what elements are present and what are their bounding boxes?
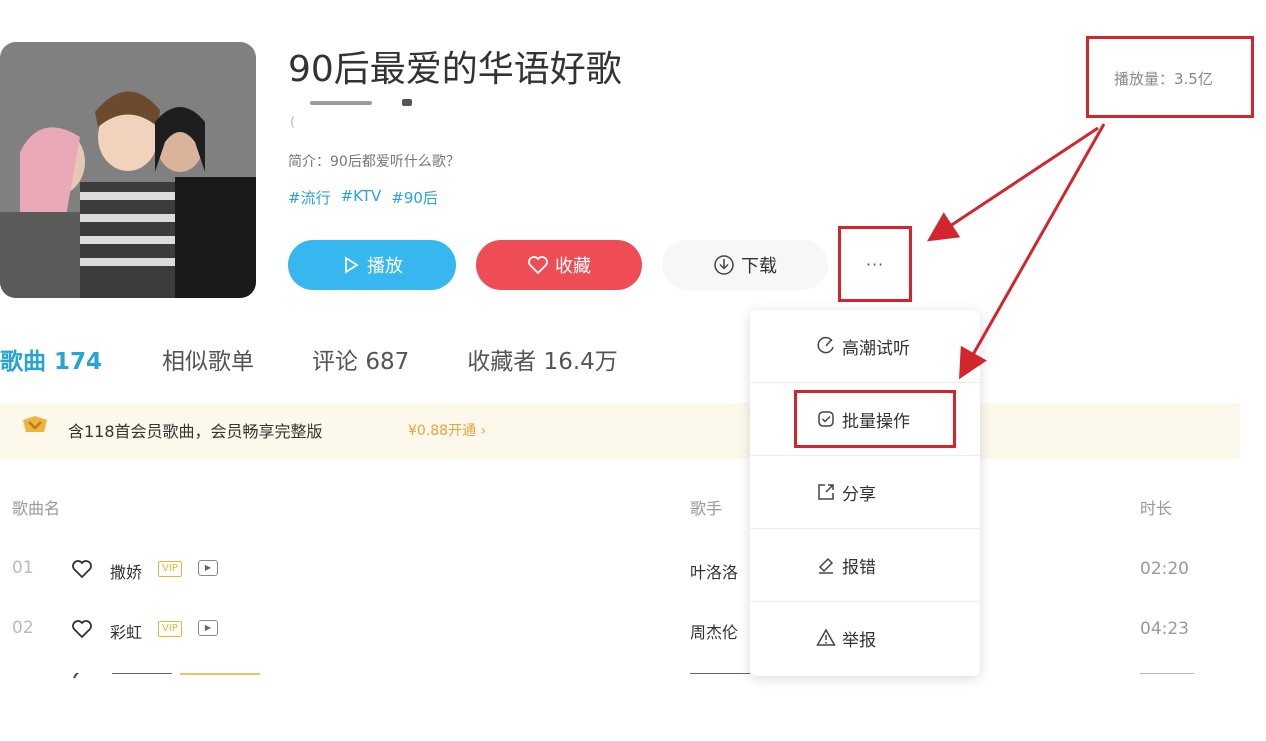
arrow-to-batch — [959, 123, 1106, 380]
annotation-arrows — [926, 123, 1106, 380]
arrow-to-more — [926, 126, 1099, 242]
